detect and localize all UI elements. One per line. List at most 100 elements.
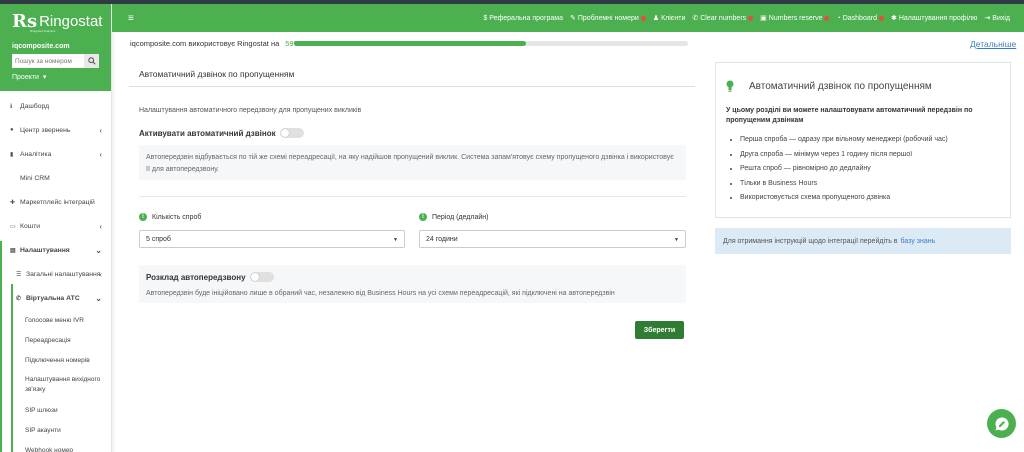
top-link-label: Clear numbers (700, 14, 747, 22)
chevron-down-icon: ⌄ (95, 293, 102, 303)
alert-dot-icon (878, 15, 884, 21)
project-domain: iqcomposite.com (12, 43, 70, 50)
top-link-label: Реферальна програма (489, 14, 563, 22)
chat-widget-button[interactable] (987, 409, 1016, 438)
period-select[interactable]: 24 години ▼ (419, 230, 686, 248)
chat-icon: ● (10, 127, 14, 133)
schedule-label: Розклад автопередзвону (146, 272, 246, 282)
top-link-clients[interactable]: ♟ Клієнти (652, 14, 686, 23)
chevron-left-icon: ‹ (99, 125, 102, 135)
number-search (12, 54, 99, 68)
top-link-referral[interactable]: $ Реферальна програма (483, 15, 563, 22)
sidebar-item-mini-crm[interactable]: Mini CRM (0, 166, 111, 190)
sidebar-item-analytics[interactable]: ▮ Аналітика ‹ (0, 142, 111, 166)
kb-text: Для отримання інструкцій щодо інтеграції… (723, 237, 898, 245)
puzzle-icon: ✚ (10, 199, 16, 206)
active-section-bar (0, 241, 2, 452)
top-link-dashboard[interactable]: ◔ Dashboard (836, 14, 884, 22)
sidebar-item-label: Кошти (20, 222, 41, 230)
save-button[interactable]: Зберегти (635, 321, 684, 339)
help-title: Автоматичний дзвінок по пропущенням (749, 81, 932, 92)
schedule-row: Розклад автопередзвону (146, 272, 274, 282)
sidebar-item-label: Віртуальна АТС (26, 294, 80, 302)
sidebar-subitem-sip-accounts[interactable]: SIP акаунти (0, 420, 111, 440)
chevron-left-icon: ‹ (99, 149, 102, 159)
activate-label: Активувати автоматичний дзвінок (139, 128, 276, 138)
top-link-clear-numbers[interactable]: ✆ Clear numbers (692, 14, 754, 22)
alert-dot-icon (824, 15, 830, 21)
sidebar-subitem-forwarding[interactable]: Переадресація (0, 330, 111, 350)
logout-icon: ⇥ (984, 15, 991, 22)
section-divider (139, 196, 686, 197)
chevron-left-icon: ‹ (99, 269, 102, 279)
help-intro: У цьому розділі ви можете налаштовувати … (726, 107, 973, 124)
reserve-icon: ▣ (760, 15, 767, 22)
sidebar-item-marketplace[interactable]: ✚ Маркетплейс інтеграцій (0, 190, 111, 214)
active-subsection-bar (11, 284, 13, 452)
sidebar-header: Rs Ringostat Ringostat Analytics iqcompo… (0, 4, 111, 91)
sidebar-subitem-ivr[interactable]: Голосове меню IVR (0, 310, 111, 330)
search-input[interactable] (12, 54, 84, 68)
period-field-label: ! Період (дедлайн) (419, 213, 488, 221)
help-list-item: Тільки в Business Hours (740, 177, 948, 192)
projects-dropdown[interactable]: Проекти ▾ (12, 73, 99, 81)
schedule-info-text: Автопередзвін буде ініційовано лише в об… (146, 290, 615, 297)
hamburger-menu-icon[interactable]: ≡ (128, 13, 134, 24)
top-navbar: ≡ $ Реферальна програма ✎ Проблемні номери… (112, 4, 1024, 32)
sidebar-item-general-settings[interactable]: ☰ Загальні налаштування ‹ (0, 262, 111, 286)
section-description: Налаштування автоматичного передзвону дл… (139, 107, 362, 114)
top-link-label: Налаштування профілю (898, 14, 978, 22)
top-link-problem-numbers[interactable]: ✎ Проблемні номери (570, 14, 646, 22)
sidebar-item-virtual-pbx[interactable]: ✆ Віртуальна АТС ⌄ (0, 286, 111, 310)
top-link-label: Проблемні номери (577, 14, 639, 22)
lightbulb-icon (726, 80, 734, 92)
list-icon: ☰ (16, 271, 22, 278)
dollar-icon: $ (483, 14, 488, 22)
alert-dot-icon (748, 15, 754, 21)
top-link-label: Numbers reserve (768, 14, 823, 22)
attempts-value: 5 спроб (146, 235, 171, 243)
knowledge-base-notice: Для отримання інструкцій щодо інтеграції… (715, 228, 1011, 254)
search-icon[interactable] (84, 54, 99, 68)
knowledge-base-link[interactable]: базу знань (901, 238, 936, 245)
title-divider (129, 86, 695, 87)
sidebar-item-label: Налаштування (20, 246, 70, 254)
chat-icon (995, 416, 1009, 430)
info-icon[interactable]: ! (419, 213, 427, 221)
user-icon: ♟ (652, 15, 660, 22)
sidebar-subitem-webhook-number[interactable]: Webhook номер (0, 440, 111, 452)
sidebar-subitem-sip-gateways[interactable]: SIP шлюзи (0, 400, 111, 420)
top-link-profile-settings[interactable]: ✱ Налаштування профілю (890, 14, 978, 23)
help-list: Перша спроба — одразу при вільному менед… (740, 133, 948, 206)
logo-subtitle: Ringostat Analytics (30, 29, 56, 33)
gear-icon: ✱ (890, 15, 897, 22)
top-link-label: Dashboard (842, 14, 877, 22)
usage-text: iqcomposite.com використовує Ringostat н… (130, 39, 280, 48)
sidebar-item-funds[interactable]: ▭ Кошти ‹ (0, 214, 111, 238)
sidebar-item-contact-center[interactable]: ● Центр звернень ‹ (0, 118, 111, 142)
chevron-left-icon: ‹ (99, 221, 102, 231)
top-link-numbers-reserve[interactable]: ▣ Numbers reserve (760, 14, 830, 22)
logo-text: Ringostat (39, 12, 103, 30)
top-link-label: Клієнти (661, 14, 686, 22)
attempts-field-label: ! Кількість спроб (139, 213, 201, 221)
top-links: $ Реферальна програма ✎ Проблемні номери ♟… (483, 4, 1010, 32)
top-link-label: Вихід (992, 14, 1010, 22)
sidebar-subitem-number-connection[interactable]: Підключення номерів (0, 350, 111, 370)
activate-toggle[interactable] (279, 128, 304, 138)
logo[interactable]: Rs Ringostat (12, 10, 103, 32)
sidebar-item-label: Аналітика (20, 150, 52, 158)
info-icon[interactable]: ! (139, 213, 147, 221)
sidebar-item-dashboard[interactable]: ℹ Дашборд (0, 94, 111, 118)
sidebar-item-settings[interactable]: ▤ Налаштування ⌄ (0, 238, 111, 262)
info-icon: ℹ (10, 103, 13, 110)
top-link-logout[interactable]: ⇥ Вихід (984, 14, 1010, 23)
sidebar-subitem-outgoing-settings[interactable]: Налаштування вихідного зв'язку (0, 370, 111, 400)
attempts-select[interactable]: 5 спроб ▼ (139, 230, 405, 248)
wallet-icon: ▭ (10, 223, 16, 230)
sidebar-item-label: Маркетплейс інтеграцій (20, 198, 95, 206)
sidebar: Rs Ringostat Ringostat Analytics iqcompo… (0, 4, 112, 452)
schedule-toggle[interactable] (249, 272, 274, 282)
details-link[interactable]: Детальніше (970, 39, 1016, 49)
period-label: Період (дедлайн) (432, 213, 489, 221)
